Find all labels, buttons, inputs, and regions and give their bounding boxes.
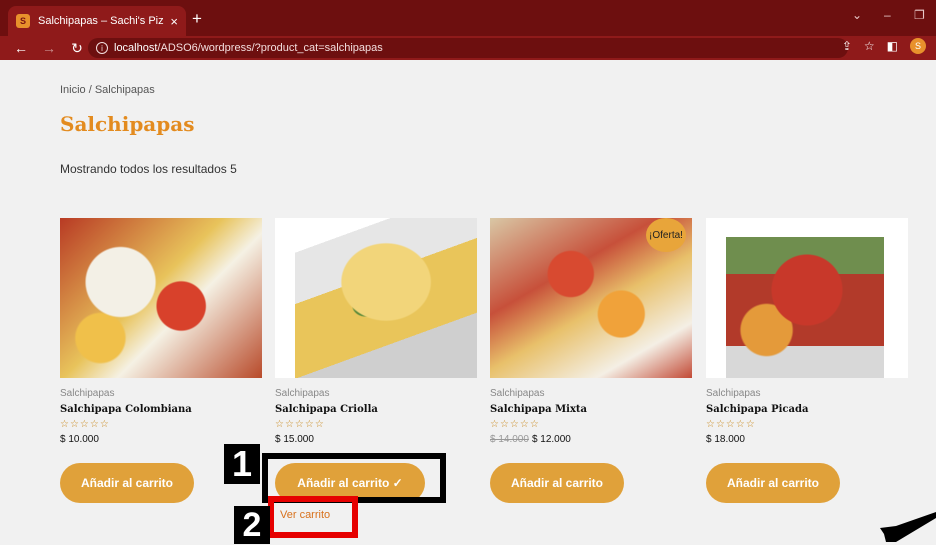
product-name[interactable]: Salchipapa Colombiana — [60, 404, 262, 415]
product-category: Salchipapas — [706, 388, 761, 399]
address-bar-row: ← → ↻ i localhost /ADSO6/wordpress/?prod… — [0, 36, 936, 60]
rating-stars: ☆☆☆☆☆ — [275, 419, 325, 430]
product-image[interactable] — [706, 218, 908, 378]
forward-icon[interactable]: → — [42, 40, 56, 56]
side-panel-icon[interactable]: ◧ — [887, 39, 898, 53]
product-card: Salchipapas Salchipapa Criolla ☆☆☆☆☆ $ 1… — [275, 218, 477, 445]
result-count: Mostrando todos los resultados 5 — [60, 162, 237, 176]
product-card: Salchipapas Salchipapa Colombiana ☆☆☆☆☆ … — [60, 218, 262, 445]
product-name[interactable]: Salchipapa Picada — [706, 404, 908, 415]
tab-search-chevron-icon[interactable]: ⌄ — [852, 8, 862, 22]
bookmark-star-icon[interactable]: ☆ — [864, 39, 875, 53]
site-favicon-icon: S — [16, 14, 30, 28]
sale-badge: ¡Oferta! — [646, 218, 686, 252]
rating-stars: ☆☆☆☆☆ — [490, 419, 540, 430]
product-image[interactable] — [60, 218, 262, 378]
product-category: Salchipapas — [60, 388, 115, 399]
product-image[interactable] — [275, 218, 477, 378]
tab-salchipapas[interactable]: S Salchipapas – Sachi's Pizza × — [8, 6, 186, 36]
browser-tools: ⇪ ☆ ◧ S — [842, 38, 926, 54]
price-current: $ 12.000 — [531, 434, 571, 445]
url-path: /ADSO6/wordpress/?product_cat=salchipapa… — [157, 42, 383, 54]
url-field[interactable]: i localhost /ADSO6/wordpress/?product_ca… — [88, 38, 848, 58]
tab-close-icon[interactable]: × — [170, 14, 178, 29]
add-to-cart-button[interactable]: Añadir al carrito — [60, 463, 194, 503]
product-price: $ 18.000 — [706, 434, 908, 445]
product-category: Salchipapas — [275, 388, 330, 399]
product-category: Salchipapas — [490, 388, 545, 399]
back-icon[interactable]: ← — [14, 40, 28, 56]
page-title: Salchipapas — [60, 112, 195, 136]
annotation-box-2 — [268, 496, 358, 538]
annotation-arrow-icon — [880, 512, 936, 542]
annotation-label-1: 1 — [224, 443, 260, 484]
product-card: Salchipapas Salchipapa Picada ☆☆☆☆☆ $ 18… — [706, 218, 908, 445]
tab-bar: S Salchipapas – Sachi's Pizza × + ⌄ – ❐ — [0, 0, 936, 36]
browser-chrome: S Salchipapas – Sachi's Pizza × + ⌄ – ❐ … — [0, 0, 936, 60]
url-host: localhost — [114, 42, 158, 54]
price-current: $ 18.000 — [706, 434, 745, 445]
price-current: $ 10.000 — [60, 434, 99, 445]
product-name[interactable]: Salchipapa Mixta — [490, 404, 692, 415]
restore-icon[interactable]: ❐ — [914, 8, 925, 22]
new-tab-icon[interactable]: + — [192, 9, 202, 29]
add-to-cart-button[interactable]: Añadir al carrito — [490, 463, 624, 503]
product-card: ¡Oferta! Salchipapas Salchipapa Mixta ☆☆… — [490, 218, 692, 445]
tab-title: Salchipapas – Sachi's Pizza — [38, 15, 165, 27]
rating-stars: ☆☆☆☆☆ — [706, 419, 756, 430]
product-price: $ 14.000 $ 12.000 — [490, 434, 692, 445]
product-name[interactable]: Salchipapa Criolla — [275, 404, 477, 415]
price-current: $ 15.000 — [275, 434, 314, 445]
share-icon[interactable]: ⇪ — [842, 39, 852, 53]
shop-page: Inicio / Salchipapas Salchipapas Mostran… — [0, 60, 936, 544]
product-price: $ 15.000 — [275, 434, 477, 445]
profile-avatar[interactable]: S — [910, 38, 926, 54]
price-old: $ 14.000 — [490, 434, 529, 445]
site-info-icon[interactable]: i — [96, 42, 108, 54]
breadcrumb[interactable]: Inicio / Salchipapas — [60, 84, 155, 96]
annotation-label-2: 2 — [234, 506, 270, 544]
product-image[interactable]: ¡Oferta! — [490, 218, 692, 378]
rating-stars: ☆☆☆☆☆ — [60, 419, 110, 430]
minimize-icon[interactable]: – — [884, 8, 891, 22]
add-to-cart-button[interactable]: Añadir al carrito — [706, 463, 840, 503]
reload-icon[interactable]: ↻ — [70, 40, 84, 57]
